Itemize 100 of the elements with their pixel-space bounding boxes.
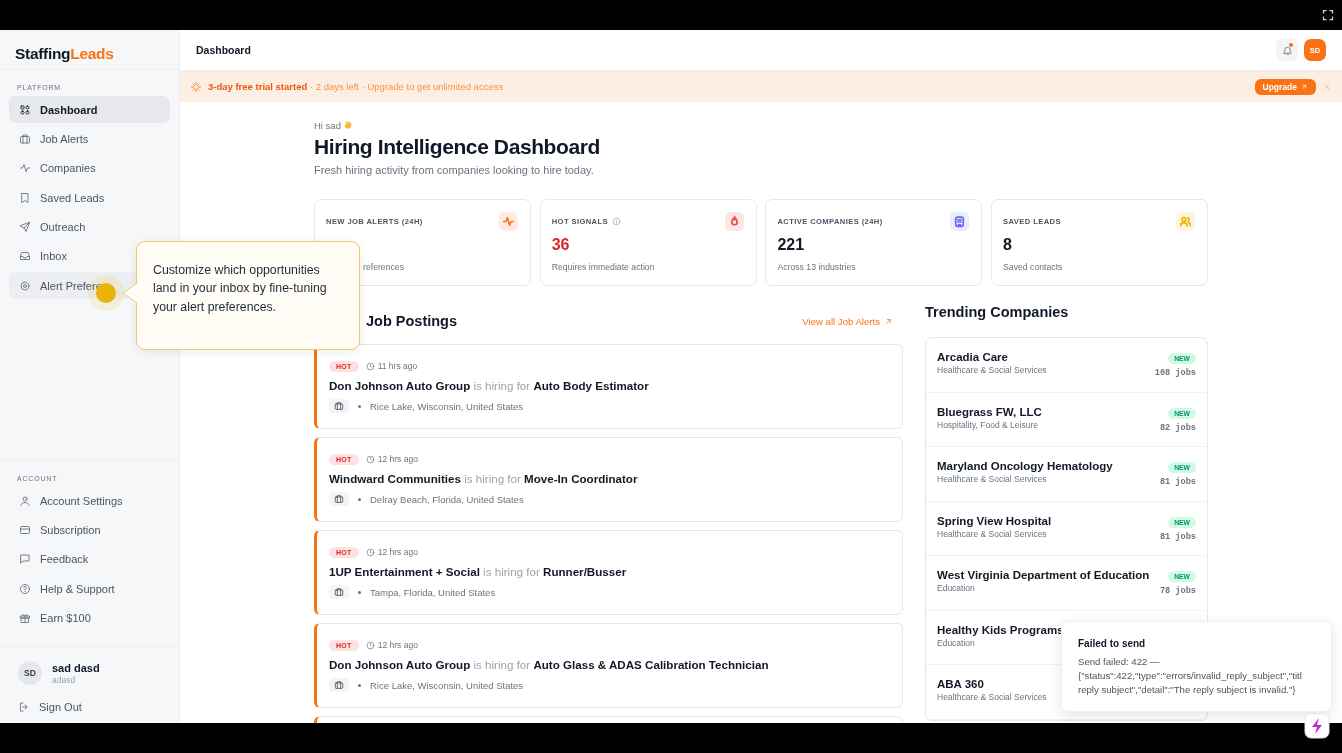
sidebar-item[interactable]: Companies <box>9 154 170 182</box>
clock-icon <box>365 454 375 464</box>
company-industry: Hospitality, Food & Leisure <box>937 419 1038 430</box>
sidebar-item[interactable]: Job Alerts <box>9 125 170 153</box>
dashboard-subtitle: Fresh hiring activity from companies looking to hire today. <box>314 164 595 176</box>
job-location: Rice Lake, Wisconsin, United States <box>370 679 524 691</box>
company-industry: Healthcare & Social Services <box>937 474 1047 484</box>
job-title[interactable]: Don Johnson Auto Group is hiring for Auto Glass & ADAS Calibration Technician <box>329 658 890 671</box>
briefcase-icon <box>334 401 344 411</box>
job-title[interactable]: Don Johnson Auto Group is hiring for Auto Body Estimator <box>329 379 890 392</box>
sign-out-icon <box>18 701 30 713</box>
notifications-button[interactable] <box>1276 39 1298 61</box>
briefcase-icon <box>19 132 31 145</box>
gift-icon <box>19 612 31 625</box>
posted-time: 11 hrs ago <box>365 361 418 371</box>
sidebar-item[interactable]: Subscription <box>9 516 170 544</box>
posted-time: 12 hrs ago <box>365 454 418 464</box>
stat-caption: Across 13 industries <box>777 262 856 272</box>
company-name[interactable]: ABA 360 <box>937 678 984 690</box>
arrow-up-right-icon <box>1300 82 1308 91</box>
clock-icon <box>365 361 375 371</box>
clock-icon <box>365 547 375 557</box>
job-location: Rice Lake, Wisconsin, United States <box>370 400 524 412</box>
bullet-icon <box>358 404 361 408</box>
clock-icon <box>365 640 375 650</box>
posted-time: 12 hrs ago <box>365 547 418 557</box>
stat-value: 221 <box>777 236 806 255</box>
sidebar-item[interactable]: Account Settings <box>9 487 170 515</box>
section-heading: Trending Companies <box>925 304 1070 322</box>
company-industry: Healthcare & Social Services <box>937 528 1047 539</box>
sidebar-item[interactable]: Saved Leads <box>9 184 170 212</box>
lightning-logo-icon[interactable] <box>1304 713 1330 739</box>
company-name[interactable]: Healthy Kids Programs <box>937 623 1064 636</box>
job-count: 81 jobs <box>1159 531 1196 542</box>
bullet-icon <box>358 683 361 687</box>
tooltip-pointer-icon <box>122 283 138 303</box>
toast-message: reply subject","detail":"The reply subject is invalid."} <box>1078 683 1297 697</box>
fullscreen-icon[interactable] <box>1322 9 1334 21</box>
dashboard-title: Hiring Intelligence Dashboard <box>314 135 601 159</box>
posted-time: 12 hrs ago <box>365 640 418 650</box>
job-count: 78 jobs <box>1159 586 1196 596</box>
sidebar-item[interactable]: Dashboard <box>9 96 170 123</box>
job-title[interactable]: Windward Communities is hiring for Move-In Coordinator <box>329 472 890 485</box>
help-icon <box>19 582 31 595</box>
stat-value: 8 <box>1003 236 1013 255</box>
greeting: Hi sad <box>314 120 341 131</box>
bullet-icon <box>358 497 361 501</box>
stat-value: 36 <box>551 236 571 255</box>
company-name[interactable]: Bluegrass FW, LLC <box>937 405 1042 418</box>
page-title: Dashboard <box>196 44 252 56</box>
user-handle: adasd <box>52 674 77 685</box>
stat-caption: references <box>363 262 405 272</box>
send-icon <box>19 221 31 234</box>
waving-hand-icon <box>342 120 354 131</box>
company-industry: Healthcare & Social Services <box>937 365 1047 375</box>
grid-icon <box>19 103 31 116</box>
trial-message: 3-day free trial started · 2 days left · Upgrade to get unlimited access <box>208 81 505 92</box>
company-name[interactable]: Maryland Oncology Hematology <box>937 460 1113 472</box>
sidebar-item[interactable]: Help & Support <box>9 575 170 603</box>
briefcase-icon <box>334 587 344 597</box>
close-icon <box>1322 81 1332 92</box>
info-icon <box>612 216 621 226</box>
sign-out-link[interactable]: Sign Out <box>0 691 179 723</box>
company-industry: Education <box>937 637 975 648</box>
inbox-icon <box>19 250 31 263</box>
company-name[interactable]: Spring View Hospital <box>937 514 1052 527</box>
company-name[interactable]: Arcadia Care <box>937 351 1008 363</box>
stat-caption: Saved contacts <box>1003 262 1063 272</box>
bookmark-icon <box>19 191 31 204</box>
user-icon <box>19 494 31 507</box>
stat-caption: Requires immediate action <box>551 262 655 272</box>
job-title[interactable]: 1UP Entertainment + Social is hiring for Runner/Busser <box>329 565 890 578</box>
user-avatar[interactable]: SD <box>18 661 42 685</box>
section-heading: Job Postings <box>365 313 458 329</box>
sparkle-icon <box>190 80 202 93</box>
company-name[interactable]: West Virginia Department of Education <box>937 569 1150 581</box>
user-name: sad dasd <box>52 661 100 674</box>
sidebar-item[interactable]: Feedback <box>9 545 170 573</box>
sidebar-item[interactable]: Outreach <box>9 213 170 241</box>
arrow-up-right-icon <box>884 316 893 326</box>
toast-message: Send failed: 422 — <box>1078 655 1161 669</box>
job-location: Tampa, Florida, United States <box>370 586 496 598</box>
company-industry: Education <box>937 583 975 593</box>
bell-icon <box>1281 44 1293 56</box>
briefcase-icon <box>334 494 344 504</box>
job-count: 82 jobs <box>1159 422 1196 433</box>
onboarding-tooltip: Customize which opportunities land in your inbox by fine-tuning your alert preferences. <box>136 241 360 350</box>
app-logo[interactable]: StaffingLeads <box>0 30 179 70</box>
toast-message: {"status":422,"type":"errors/invalid_reply_subject","titl <box>1078 669 1303 683</box>
job-count: 81 jobs <box>1159 477 1196 487</box>
job-count: 108 jobs <box>1154 368 1196 378</box>
briefcase-icon <box>334 680 344 690</box>
chat-icon <box>19 553 31 566</box>
bullet-icon <box>358 590 361 594</box>
toast-title: Failed to send <box>1078 638 1147 649</box>
settings-icon <box>19 279 31 292</box>
credit-card-icon <box>19 523 31 536</box>
company-industry: Healthcare & Social Services <box>937 692 1047 702</box>
pulse-icon <box>19 162 31 175</box>
sidebar-item[interactable]: Earn $100 <box>9 604 170 632</box>
